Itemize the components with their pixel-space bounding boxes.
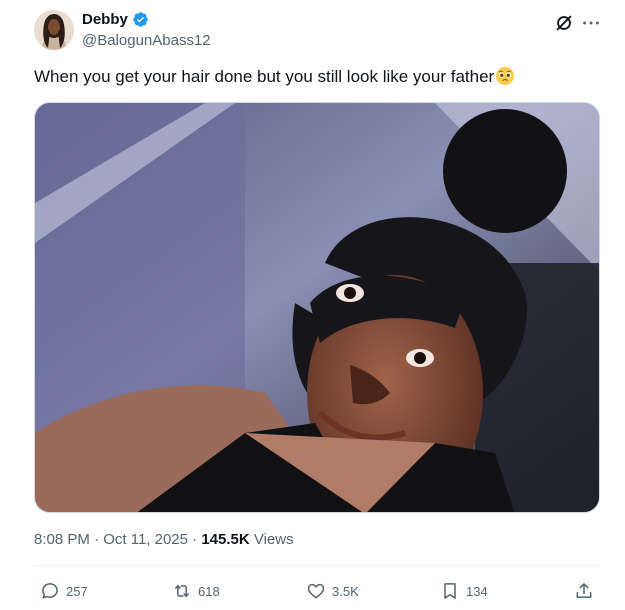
reply-count: 257 <box>66 583 88 599</box>
divider <box>34 565 600 566</box>
like-button[interactable]: 3.5K <box>306 576 359 606</box>
share-button[interactable] <box>574 576 594 606</box>
grok-icon[interactable] <box>553 12 575 34</box>
pleading-face-emoji-icon <box>495 66 515 86</box>
action-bar: 257 618 3.5K 134 <box>34 576 600 606</box>
reply-button[interactable]: 257 <box>40 576 88 606</box>
avatar-image <box>34 10 74 50</box>
bookmark-button[interactable]: 134 <box>440 576 488 606</box>
views-label: Views <box>253 531 294 548</box>
like-count: 3.5K <box>332 583 359 599</box>
tweet-meta: 8:08 PM · Oct 11, 2025 · 145.5K Views <box>34 531 294 548</box>
bookmark-icon <box>444 583 456 599</box>
meta-separator-2: · <box>192 531 198 548</box>
display-name[interactable]: Debby <box>82 11 128 28</box>
tweet-time[interactable]: 8:08 PM <box>34 531 90 548</box>
heart-icon <box>307 583 325 599</box>
tweet-text-content: When you get your hair done but you stil… <box>34 67 495 86</box>
repost-icon <box>175 584 189 598</box>
tweet-photo[interactable] <box>34 102 600 513</box>
bookmark-count: 134 <box>466 583 488 599</box>
avatar[interactable] <box>34 10 74 50</box>
verified-badge-icon <box>132 11 149 28</box>
repost-button[interactable]: 618 <box>172 576 220 606</box>
share-icon <box>576 583 592 598</box>
meta-separator: · <box>94 531 100 548</box>
tweet-date[interactable]: Oct 11, 2025 <box>103 531 188 548</box>
tweet: Debby @BalogunAbass12 When you get your … <box>0 0 625 610</box>
reply-icon <box>42 583 58 599</box>
more-icon[interactable] <box>580 12 602 34</box>
name-row: Debby <box>82 11 149 28</box>
handle[interactable]: @BalogunAbass12 <box>82 32 211 49</box>
tweet-text: When you get your hair done but you stil… <box>34 66 515 88</box>
repost-count: 618 <box>198 583 220 599</box>
views-count: 145.5K <box>201 531 250 548</box>
